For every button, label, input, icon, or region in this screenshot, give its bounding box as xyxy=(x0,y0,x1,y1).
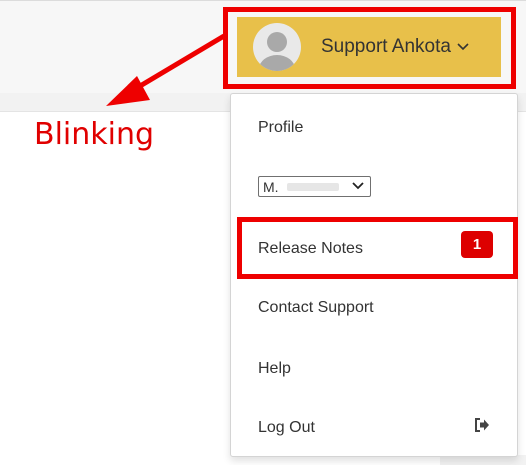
annotation-label: Blinking xyxy=(34,117,155,152)
annotation-arrow xyxy=(106,33,226,106)
